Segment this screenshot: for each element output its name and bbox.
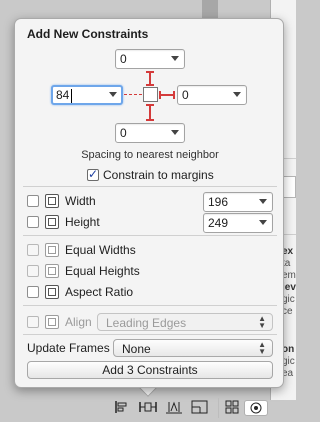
constrain-to-margins-checkbox[interactable] xyxy=(87,167,99,181)
align-icon[interactable] xyxy=(112,400,132,416)
height-icon xyxy=(45,215,59,229)
grid-icon[interactable] xyxy=(222,400,242,416)
aspect-ratio-icon xyxy=(45,285,59,299)
trailing-spacing-value: 0 xyxy=(182,88,189,102)
selected-view-icon xyxy=(143,87,158,102)
separator xyxy=(23,334,277,335)
trailing-spacing-field[interactable]: 0 xyxy=(177,85,247,105)
chevron-down-icon[interactable] xyxy=(259,220,267,225)
top-constraint-cap xyxy=(146,84,154,86)
chevron-down-icon[interactable] xyxy=(171,130,179,135)
pin-icon[interactable] xyxy=(138,400,158,416)
window-strip xyxy=(202,0,218,18)
bottom-spacing-value: 0 xyxy=(120,126,127,140)
height-value: 249 xyxy=(208,216,229,230)
updown-arrows-icon: ▲ ▼ xyxy=(258,340,266,356)
toolbar-divider xyxy=(218,398,219,418)
width-value: 196 xyxy=(208,195,229,209)
spacing-caption: Spacing to nearest neighbor xyxy=(81,149,219,161)
aspect-ratio-checkbox[interactable] xyxy=(27,286,39,298)
aspect-ratio-label: Aspect Ratio xyxy=(65,285,134,299)
height-label: Height xyxy=(65,215,100,229)
update-frames-value: None xyxy=(122,342,151,356)
text-cursor xyxy=(71,89,72,103)
update-frames-label: Update Frames xyxy=(27,341,110,355)
chevron-down-icon[interactable] xyxy=(259,199,267,204)
equal-heights-label: Equal Heights xyxy=(65,264,140,278)
equal-widths-icon xyxy=(45,243,59,257)
leading-spacing-value: 84 xyxy=(56,88,70,102)
resizing-behavior-icon[interactable] xyxy=(190,400,210,416)
chevron-down-icon[interactable] xyxy=(233,92,241,97)
leading-spacing-field[interactable]: 84 xyxy=(51,85,123,105)
top-spacing-value: 0 xyxy=(120,52,127,66)
width-value-field[interactable]: 196 xyxy=(203,192,273,212)
width-icon xyxy=(45,194,59,208)
top-constraint-cap xyxy=(146,71,154,73)
equal-heights-icon xyxy=(45,264,59,278)
width-checkbox[interactable] xyxy=(27,195,39,207)
update-frames-popup[interactable]: None ▲ ▼ xyxy=(113,339,273,357)
leading-constraint-dashed-icon[interactable] xyxy=(124,94,142,95)
bottom-constraint-cap xyxy=(146,104,154,106)
background-text: em xyxy=(282,270,296,281)
top-spacing-field[interactable]: 0 xyxy=(115,49,185,69)
resolve-issues-icon[interactable] xyxy=(164,400,184,416)
target-icon[interactable] xyxy=(244,400,268,416)
trailing-constraint-cap xyxy=(173,91,175,99)
constrain-to-margins-label: Constrain to margins xyxy=(103,168,214,182)
add-constraints-button[interactable]: Add 3 Constraints xyxy=(27,361,273,379)
align-label: Align xyxy=(65,315,92,329)
separator xyxy=(23,186,277,187)
equal-widths-checkbox[interactable] xyxy=(27,244,39,256)
height-value-field[interactable]: 249 xyxy=(203,213,273,233)
background-text: iev xyxy=(282,282,296,293)
align-checkbox[interactable] xyxy=(27,316,39,328)
separator xyxy=(23,235,277,236)
width-label: Width xyxy=(65,194,96,208)
height-checkbox[interactable] xyxy=(27,216,39,228)
trailing-constraint-cap xyxy=(159,91,161,99)
align-icon xyxy=(45,315,59,329)
equal-widths-label: Equal Widths xyxy=(65,243,136,257)
chevron-down-icon[interactable] xyxy=(109,92,117,97)
equal-heights-checkbox[interactable] xyxy=(27,265,39,277)
chevron-down-icon[interactable] xyxy=(171,56,179,61)
bottom-constraint-cap xyxy=(146,119,154,121)
bottom-spacing-field[interactable]: 0 xyxy=(115,123,185,143)
add-constraints-popover: Add New Constraints 0 84 0 0 Spacing to … xyxy=(14,18,284,388)
separator xyxy=(23,305,277,306)
updown-arrows-icon: ▲ ▼ xyxy=(258,314,266,330)
align-popup[interactable]: Leading Edges ▲ ▼ xyxy=(97,313,273,331)
popover-title: Add New Constraints xyxy=(27,27,149,41)
align-popup-value: Leading Edges xyxy=(106,316,187,330)
